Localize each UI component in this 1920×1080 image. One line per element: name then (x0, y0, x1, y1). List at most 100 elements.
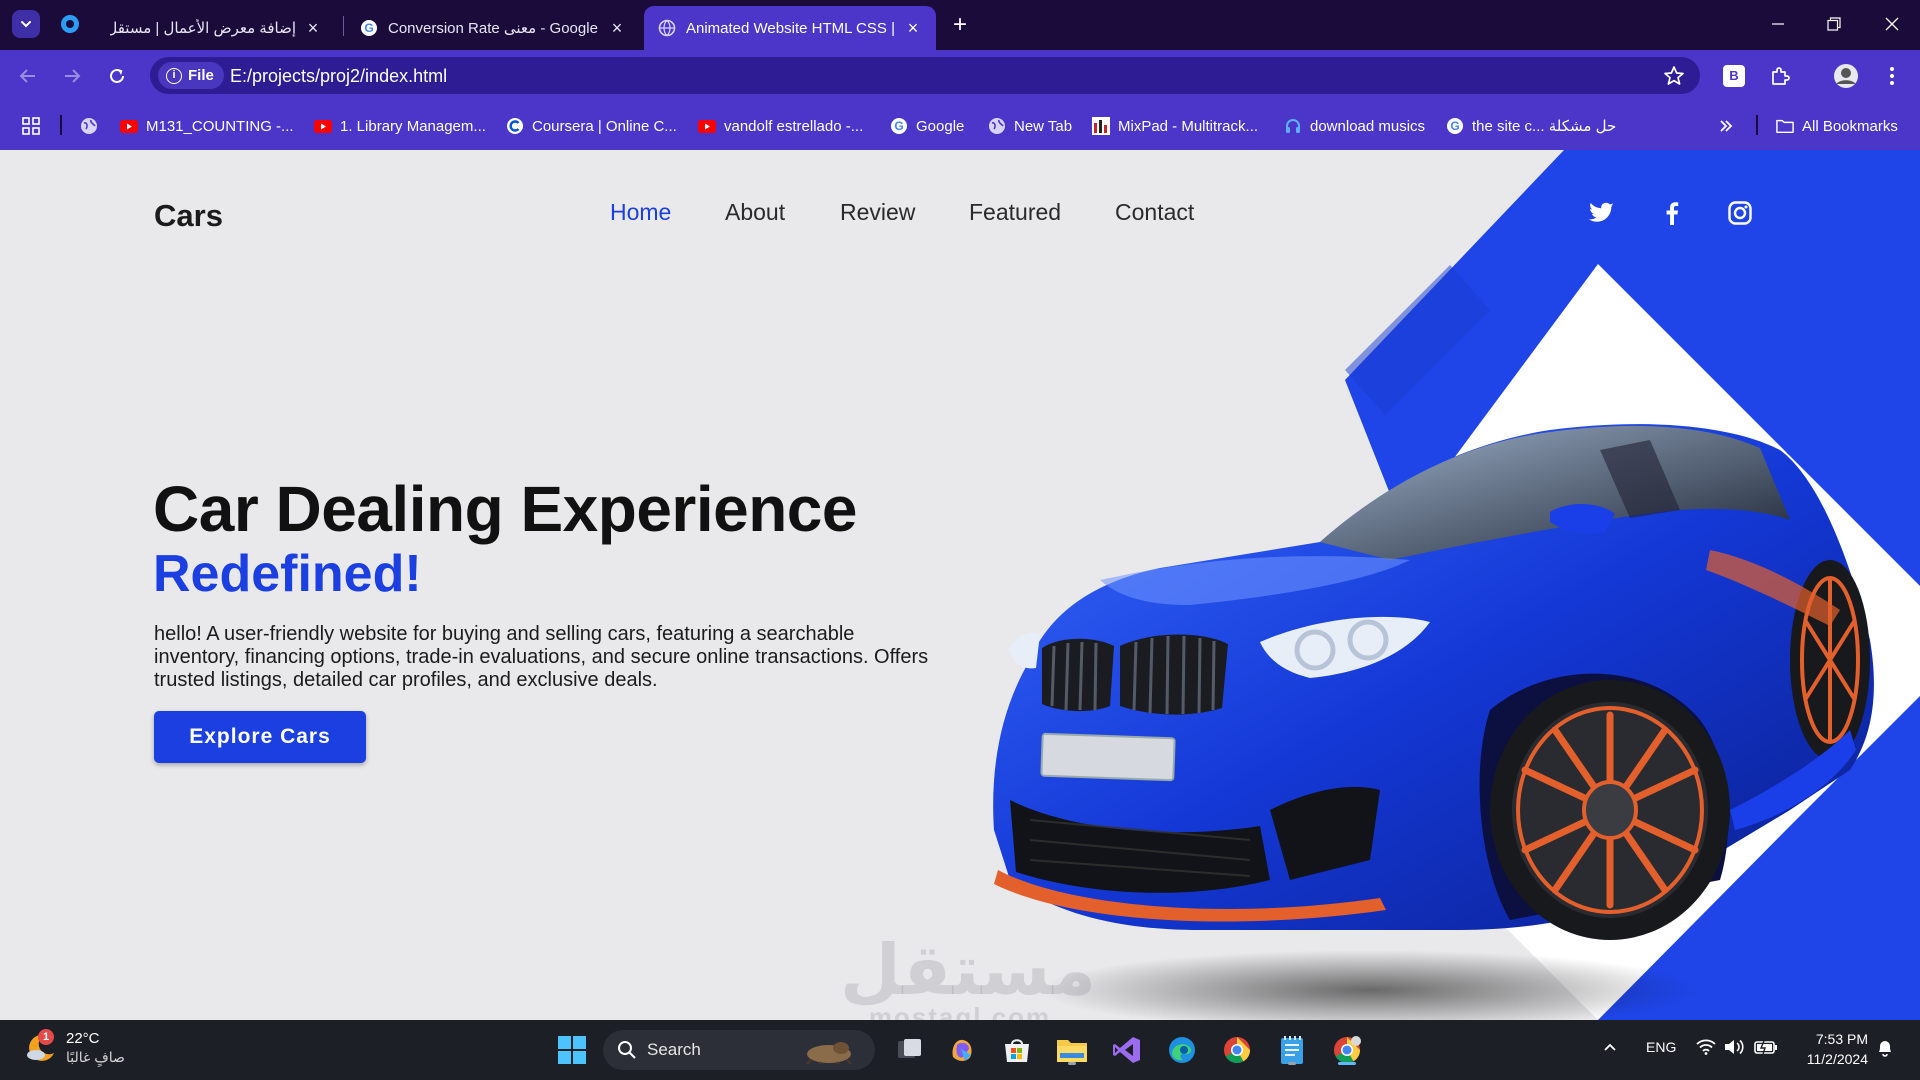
web-page: Cars Home About Review Featured Contact … (0, 150, 1920, 1020)
browser-menu-button[interactable] (1878, 62, 1906, 90)
search-highlight-icon (806, 1042, 852, 1064)
facebook-link[interactable] (1657, 198, 1687, 228)
volume-button[interactable] (1724, 1039, 1746, 1058)
clock-time: 7:53 PM (1815, 1031, 1868, 1047)
chevron-down-icon (21, 21, 31, 28)
more-bookmarks-button[interactable] (1718, 115, 1734, 137)
bookmark-star-icon[interactable] (1662, 64, 1686, 88)
reload-button[interactable] (101, 60, 133, 92)
weather-moon-icon: 1 (24, 1029, 58, 1065)
store-button[interactable] (1000, 1033, 1034, 1067)
kebab-menu-icon (1890, 67, 1894, 85)
bookmark-label: download musics (1310, 117, 1426, 135)
bookmark-label: 1. Library Managem... (340, 117, 486, 135)
nav-home[interactable]: Home (610, 199, 671, 226)
profile-avatar[interactable] (1832, 62, 1860, 90)
site-info-chip[interactable]: i File (158, 62, 224, 89)
reload-icon (110, 68, 124, 83)
forward-button[interactable] (56, 60, 88, 92)
task-view-icon (898, 1039, 921, 1058)
copilot-button[interactable] (945, 1033, 979, 1067)
url-scheme-label: File (188, 67, 214, 84)
bookmark-coursera[interactable]: Coursera | Online C... (506, 115, 677, 137)
notepad-button[interactable] (1275, 1033, 1309, 1067)
explore-cars-button[interactable]: Explore Cars (154, 711, 366, 763)
nav-review[interactable]: Review (840, 199, 915, 226)
bell-icon (1879, 1041, 1891, 1057)
bookmarks-bar: M131_COUNTING -... 1. Library Managem...… (0, 100, 1920, 150)
taskbar-search[interactable]: Search (603, 1030, 875, 1070)
new-tab-button[interactable]: + (946, 12, 974, 40)
windows-logo-icon (558, 1036, 586, 1064)
speaker-icon (1725, 1039, 1744, 1055)
nav-contact[interactable]: Contact (1115, 199, 1194, 226)
svg-text:G: G (364, 21, 373, 35)
weather-widget[interactable]: 1 22°C صافٍ غالبًا (24, 1029, 125, 1066)
extensions-button[interactable] (1766, 62, 1794, 90)
url-text[interactable]: E:/projects/proj2/index.html (230, 66, 447, 87)
nav-featured[interactable]: Featured (969, 199, 1061, 226)
restore-button[interactable] (1814, 8, 1854, 40)
tab-title: Animated Website HTML CSS | Car (686, 19, 896, 37)
bookmark-youtube-counting[interactable]: M131_COUNTING -... (120, 115, 294, 137)
extension-b-button[interactable]: B (1720, 62, 1748, 90)
bookmark-youtube-vandolf[interactable]: vandolf estrellado -... (698, 115, 863, 137)
tab-title: إضافة معرض الأعمال | مستقل (110, 20, 296, 37)
info-icon: i (166, 67, 182, 84)
pinned-tab[interactable] (58, 12, 82, 36)
language-indicator[interactable]: ENG (1646, 1039, 1676, 1055)
tab-animated-website[interactable]: Animated Website HTML CSS | Car × (644, 6, 936, 50)
minimize-button[interactable] (1758, 8, 1798, 40)
coursera-icon (506, 117, 524, 135)
bookmark-label: Coursera | Online C... (532, 117, 677, 135)
tab-google-conversion[interactable]: G Conversion Rate معنى - Google × (346, 6, 640, 50)
browser-tab-bar: إضافة معرض الأعمال | مستقل × G Conversio… (0, 0, 1920, 50)
visual-studio-icon (1113, 1037, 1140, 1063)
running-indicator (1288, 1062, 1296, 1065)
hero-highlight: Redefined! (153, 545, 422, 603)
watermark-latin: mostaql.com (868, 1002, 1052, 1020)
close-tab-icon[interactable]: × (304, 19, 322, 37)
close-tab-icon[interactable]: × (904, 19, 922, 37)
clock[interactable]: 7:53 PM 11/2/2024 (1790, 1029, 1868, 1069)
wifi-button[interactable] (1696, 1039, 1716, 1058)
globe-icon (658, 19, 676, 37)
address-bar[interactable]: i File E:/projects/proj2/index.html (150, 57, 1700, 94)
chevron-up-icon (1604, 1043, 1616, 1051)
apps-button[interactable] (22, 115, 40, 137)
google-icon: G (1446, 117, 1464, 135)
notifications-button[interactable] (1876, 1039, 1894, 1060)
tab-separator (343, 16, 344, 36)
tab-search-button[interactable] (12, 10, 40, 38)
nav-about[interactable]: About (725, 199, 785, 226)
start-button[interactable] (555, 1033, 589, 1067)
all-bookmarks-button[interactable]: All Bookmarks (1776, 115, 1898, 137)
chrome-button[interactable] (1220, 1033, 1254, 1067)
file-explorer-button[interactable] (1055, 1033, 1089, 1067)
visual-studio-button[interactable] (1110, 1033, 1144, 1067)
bookmark-site-fix[interactable]: G the site c... حل مشكلة (1446, 115, 1616, 137)
youtube-icon (314, 117, 332, 135)
close-window-button[interactable] (1872, 8, 1912, 40)
bookmark-youtube-library[interactable]: 1. Library Managem... (314, 115, 486, 137)
bookmark-label: MixPad - Multitrack... (1118, 117, 1259, 135)
bookmark-google[interactable]: G Google (890, 115, 964, 137)
edge-button[interactable] (1165, 1033, 1199, 1067)
bookmark-new-tab[interactable]: New Tab (988, 115, 1072, 137)
bookmark-mixpad[interactable]: MixPad - Multitrack... (1092, 115, 1258, 137)
store-icon (1005, 1039, 1029, 1062)
instagram-link[interactable] (1725, 198, 1755, 228)
tab-mostaql[interactable]: إضافة معرض الأعمال | مستقل × (96, 6, 336, 50)
chrome-profile-button[interactable] (1330, 1033, 1364, 1067)
close-tab-icon[interactable]: × (608, 19, 626, 37)
bookmark-download-musics[interactable]: download musics (1284, 115, 1425, 137)
twitter-link[interactable] (1587, 198, 1617, 228)
battery-button[interactable] (1754, 1039, 1778, 1058)
back-button[interactable] (12, 60, 44, 92)
task-view-button[interactable] (893, 1033, 927, 1067)
bookmark-globe[interactable] (80, 115, 98, 137)
bookmark-label: Google (916, 117, 965, 135)
site-logo[interactable]: Cars (154, 198, 223, 234)
folder-icon (1057, 1040, 1087, 1062)
show-hidden-icons-button[interactable] (1602, 1039, 1618, 1058)
